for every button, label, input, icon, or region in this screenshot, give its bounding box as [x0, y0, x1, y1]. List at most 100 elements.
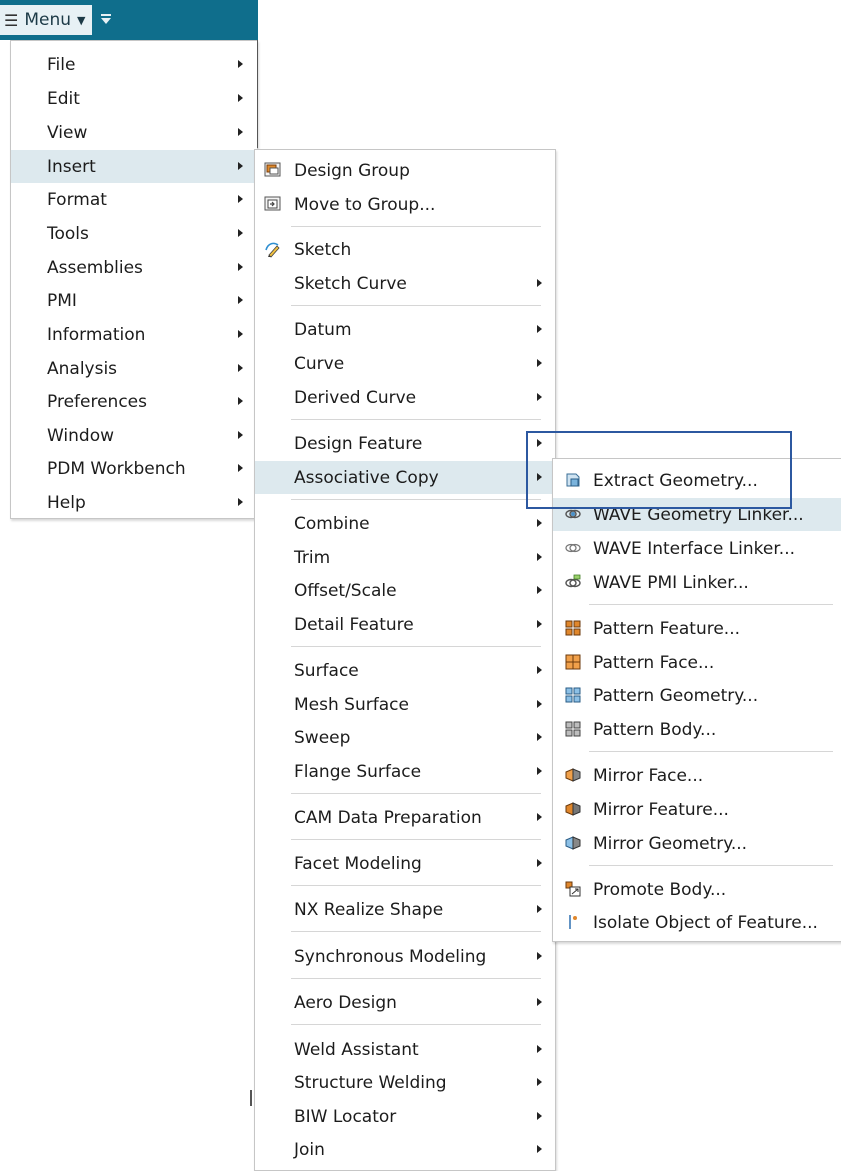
- quick-access-dropdown-icon[interactable]: [99, 13, 113, 27]
- submenu-arrow-icon: [537, 1112, 542, 1120]
- submenu-arrow-icon: [537, 519, 542, 527]
- menu-item-window[interactable]: Window: [11, 419, 257, 452]
- menu-item-pattern-body[interactable]: Pattern Body...: [553, 713, 841, 746]
- menu-item-datum[interactable]: Datum: [255, 313, 555, 346]
- menu-item-derived-curve[interactable]: Derived Curve: [255, 381, 555, 414]
- submenu-arrow-icon: [537, 553, 542, 561]
- menu-item-pattern-geometry[interactable]: Pattern Geometry...: [553, 679, 841, 712]
- menu-item-label: Format: [47, 189, 107, 210]
- chevron-down-icon: ▼: [77, 13, 86, 27]
- menu-item-label: Move to Group...: [294, 194, 436, 215]
- submenu-arrow-icon: [537, 279, 542, 287]
- menu-item-offset-scale[interactable]: Offset/Scale: [255, 574, 555, 607]
- submenu-arrow-icon: [537, 393, 542, 401]
- submenu-arrow-icon: [537, 473, 542, 481]
- menu-item-label: Insert: [47, 156, 96, 177]
- menu-item-label: PDM Workbench: [47, 458, 186, 479]
- menu-item-preferences[interactable]: Preferences: [11, 385, 257, 418]
- menu-item-label: NX Realize Shape: [294, 899, 444, 920]
- menu-item-mirror-face[interactable]: Mirror Face...: [553, 759, 841, 792]
- menu-item-edit[interactable]: Edit: [11, 82, 257, 115]
- menu-item-label: Flange Surface: [294, 761, 422, 782]
- menu-item-pattern-face[interactable]: Pattern Face...: [553, 646, 841, 679]
- menu-item-information[interactable]: Information: [11, 318, 257, 351]
- submenu-arrow-icon: [537, 813, 542, 821]
- menu-item-extract-geometry[interactable]: Extract Geometry...: [553, 464, 841, 497]
- menu-separator: [291, 931, 541, 932]
- menu-item-nx-realize-shape[interactable]: NX Realize Shape: [255, 893, 555, 926]
- menu-item-cam-data-preparation[interactable]: CAM Data Preparation: [255, 801, 555, 834]
- menu-item-label: Pattern Feature...: [593, 618, 741, 639]
- menu-item-wave-pmi-linker[interactable]: WAVE PMI Linker...: [553, 566, 841, 599]
- menu-item-curve[interactable]: Curve: [255, 347, 555, 380]
- mirror-face-icon: [565, 768, 581, 782]
- submenu-arrow-icon: [238, 195, 243, 203]
- menu-item-combine[interactable]: Combine: [255, 507, 555, 540]
- menu-item-label: Derived Curve: [294, 387, 417, 408]
- menu-item-biw-locator[interactable]: BIW Locator: [255, 1100, 555, 1133]
- menu-button[interactable]: ☰ Menu ▼: [0, 5, 93, 35]
- menu-item-label: Mirror Feature...: [593, 799, 729, 820]
- menu-item-wave-interface-linker[interactable]: WAVE Interface Linker...: [553, 532, 841, 565]
- menu-item-mirror-geometry[interactable]: Mirror Geometry...: [553, 827, 841, 860]
- menu-item-flange-surface[interactable]: Flange Surface: [255, 755, 555, 788]
- menu-item-sketch[interactable]: Sketch: [255, 233, 555, 266]
- submenu-arrow-icon: [238, 128, 243, 136]
- menu-item-label: PMI: [47, 290, 77, 311]
- wave-pmi-linker-icon: [565, 574, 581, 588]
- menu-item-help[interactable]: Help: [11, 486, 257, 519]
- menu-item-label: Aero Design: [294, 992, 397, 1013]
- menu-item-label: View: [47, 122, 88, 143]
- submenu-arrow-icon: [537, 905, 542, 913]
- menu-item-label: Design Group: [294, 160, 410, 181]
- pattern-face-icon: [565, 654, 581, 670]
- menu-item-mesh-surface[interactable]: Mesh Surface: [255, 688, 555, 721]
- menu-item-pmi[interactable]: PMI: [11, 284, 257, 317]
- pattern-body-icon: [565, 721, 581, 737]
- menu-item-label: Sweep: [294, 727, 351, 748]
- menu-item-design-group[interactable]: Design Group: [255, 154, 555, 187]
- menu-item-promote-body[interactable]: Promote Body...: [553, 873, 841, 906]
- menu-item-label: Datum: [294, 319, 352, 340]
- menu-item-associative-copy[interactable]: Associative Copy: [255, 461, 555, 494]
- menu-item-mirror-feature[interactable]: Mirror Feature...: [553, 793, 841, 826]
- menu-item-synchronous-modeling[interactable]: Synchronous Modeling: [255, 940, 555, 973]
- menu-item-label: Facet Modeling: [294, 853, 422, 874]
- menu-item-sweep[interactable]: Sweep: [255, 721, 555, 754]
- menu-item-facet-modeling[interactable]: Facet Modeling: [255, 847, 555, 880]
- menu-item-label: File: [47, 54, 76, 75]
- menu-item-pattern-feature[interactable]: Pattern Feature...: [553, 612, 841, 645]
- design-group-icon: [264, 162, 281, 177]
- menu-item-view[interactable]: View: [11, 116, 257, 149]
- menu-item-trim[interactable]: Trim: [255, 541, 555, 574]
- menu-item-tools[interactable]: Tools: [11, 217, 257, 250]
- menu-item-assemblies[interactable]: Assemblies: [11, 251, 257, 284]
- menu-item-move-to-group[interactable]: Move to Group...: [255, 188, 555, 221]
- submenu-arrow-icon: [238, 431, 243, 439]
- menu-item-label: Analysis: [47, 358, 118, 379]
- menu-item-surface[interactable]: Surface: [255, 654, 555, 687]
- menu-item-analysis[interactable]: Analysis: [11, 352, 257, 385]
- menu-item-weld-assistant[interactable]: Weld Assistant: [255, 1033, 555, 1066]
- menu-item-label: Isolate Object of Feature...: [593, 912, 818, 933]
- isolate-object-icon: [569, 915, 577, 929]
- menu-item-label: WAVE Interface Linker...: [593, 538, 796, 559]
- submenu-arrow-icon: [537, 859, 542, 867]
- menu-item-file[interactable]: File: [11, 48, 257, 81]
- menu-item-structure-welding[interactable]: Structure Welding: [255, 1066, 555, 1099]
- menu-item-insert[interactable]: Insert: [11, 150, 257, 183]
- menu-item-label: Pattern Geometry...: [593, 685, 759, 706]
- menu-item-pdm-workbench[interactable]: PDM Workbench: [11, 452, 257, 485]
- menu-item-sketch-curve[interactable]: Sketch Curve: [255, 267, 555, 300]
- menu-item-label: Assemblies: [47, 257, 143, 278]
- menu-item-detail-feature[interactable]: Detail Feature: [255, 608, 555, 641]
- menu-item-wave-geometry-linker[interactable]: WAVE Geometry Linker...: [553, 498, 841, 531]
- hamburger-icon: ☰: [4, 10, 19, 30]
- menu-item-design-feature[interactable]: Design Feature: [255, 427, 555, 460]
- menu-item-format[interactable]: Format: [11, 183, 257, 216]
- menu-separator: [589, 865, 833, 866]
- menu-item-aero-design[interactable]: Aero Design: [255, 986, 555, 1019]
- menu-item-join[interactable]: Join: [255, 1133, 555, 1166]
- wave-interface-linker-icon: [565, 543, 581, 553]
- menu-item-isolate-object-of-feature[interactable]: Isolate Object of Feature...: [553, 906, 841, 939]
